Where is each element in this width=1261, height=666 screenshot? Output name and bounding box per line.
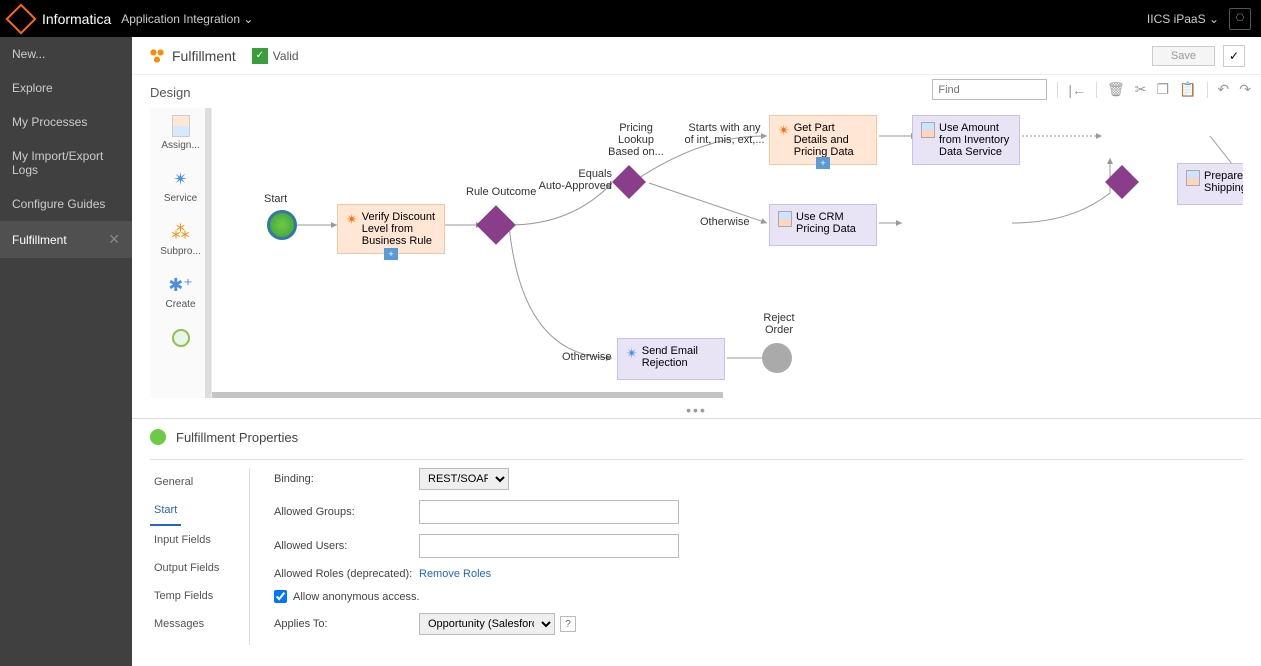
canvas-scrollbar[interactable] [212, 392, 723, 398]
datastore-icon [1186, 170, 1200, 186]
datastore-icon [778, 211, 792, 227]
reject-order-label: Reject Order [759, 312, 799, 336]
service-icon: ✴ [346, 211, 358, 228]
collapse-icon[interactable]: |← [1068, 82, 1086, 98]
expand-icon[interactable]: + [384, 248, 398, 260]
anonymous-access-label: Allow anonymous access. [293, 591, 420, 603]
panel-resize-handle[interactable]: ••• [132, 402, 1261, 418]
properties-title: Fulfillment Properties [150, 429, 1243, 445]
main-content: Fulfillment ✓ Valid Save ✓ Design |← 🗑 ✂… [132, 37, 1261, 666]
properties-form: Binding: REST/SOAP Allowed Groups: Allow… [250, 468, 1243, 645]
starts-with-label: Starts with any of int, mis, ext,... [682, 122, 767, 146]
allowed-groups-input[interactable] [419, 500, 679, 524]
verify-discount-node[interactable]: ✴ Verify Discount Level from Business Ru… [337, 204, 445, 254]
applies-to-label: Applies To: [274, 618, 419, 630]
start-dot-icon [150, 429, 166, 445]
rule-outcome-label: Rule Outcome [466, 186, 536, 198]
rule-outcome-decision[interactable] [476, 205, 516, 245]
use-crm-node[interactable]: Use CRM Pricing Data [769, 204, 877, 246]
tab-input-fields[interactable]: Input Fields [150, 526, 249, 554]
prepare-shipping-node[interactable]: Prepare Shipping [1177, 163, 1243, 205]
tab-output-fields[interactable]: Output Fields [150, 554, 249, 582]
remove-roles-link[interactable]: Remove Roles [419, 568, 491, 580]
palette-service[interactable]: ✴Service [150, 161, 211, 214]
sidebar-item-explore[interactable]: Explore [0, 71, 132, 105]
email-icon: ✴ [626, 345, 638, 362]
help-icon[interactable]: ? [560, 616, 576, 632]
process-header: Fulfillment ✓ Valid Save ✓ [132, 37, 1261, 75]
start-node[interactable] [267, 210, 297, 240]
process-icon [148, 47, 166, 65]
sidebar-item-my-processes[interactable]: My Processes [0, 105, 132, 139]
service-icon: ✴ [778, 122, 790, 139]
datastore-icon [921, 122, 935, 138]
validation-text: Valid [273, 49, 299, 63]
allowed-users-label: Allowed Users: [274, 540, 419, 552]
properties-panel: Fulfillment Properties General Start Inp… [132, 418, 1261, 666]
delete-icon[interactable]: 🗑 [1107, 81, 1125, 98]
sidebar-item-import-export[interactable]: My Import/Export Logs [0, 139, 132, 187]
cut-icon[interactable]: ✂ [1135, 81, 1147, 98]
tab-messages[interactable]: Messages [150, 610, 249, 638]
palette-subprocess[interactable]: ⁂Subpro... [150, 214, 211, 267]
reject-end-node[interactable] [762, 343, 792, 373]
design-toolbar: |← 🗑 ✂ ❐ 📋 ↶ ↷ [932, 79, 1251, 100]
informatica-logo-icon [5, 3, 36, 34]
canvas-wrap: Assign... ✴Service ⁂Subpro... ✱⁺Create [150, 108, 1243, 398]
process-canvas[interactable]: Start ✴ Verify Discount Level from Busin… [212, 108, 1243, 398]
save-button[interactable]: Save [1152, 46, 1215, 66]
find-input[interactable] [932, 79, 1047, 100]
left-sidebar: New... Explore My Processes My Import/Ex… [0, 37, 132, 666]
use-amount-node[interactable]: Use Amount from Inventory Data Service [912, 115, 1020, 165]
sidebar-item-configure-guides[interactable]: Configure Guides [0, 187, 132, 221]
copy-icon[interactable]: ❐ [1157, 81, 1170, 98]
check-icon: ✓ [252, 48, 268, 64]
equals-auto-label: Equals Auto-Approved [537, 168, 612, 192]
allowed-roles-label: Allowed Roles (deprecated): [274, 568, 419, 580]
app-switcher[interactable]: Application Integration [121, 12, 253, 26]
otherwise-label-2: Otherwise [562, 351, 612, 363]
palette-create[interactable]: ✱⁺Create [150, 267, 211, 320]
sidebar-item-new[interactable]: New... [0, 37, 132, 71]
close-tab-icon[interactable]: ✕ [108, 231, 120, 248]
brand-name: Informatica [42, 11, 111, 27]
applies-to-select[interactable]: Opportunity (Salesforce) [419, 613, 555, 635]
redo-icon[interactable]: ↷ [1239, 81, 1251, 98]
allowed-groups-label: Allowed Groups: [274, 506, 419, 518]
binding-label: Binding: [274, 473, 419, 485]
tab-temp-fields[interactable]: Temp Fields [150, 582, 249, 610]
top-bar: Informatica Application Integration IICS… [0, 0, 1261, 37]
design-area: Design |← 🗑 ✂ ❐ 📋 ↶ ↷ Assign... ✴Service [132, 75, 1261, 402]
node-palette: Assign... ✴Service ⁂Subpro... ✱⁺Create [150, 108, 212, 398]
sidebar-item-label: Fulfillment [12, 233, 67, 247]
otherwise-label: Otherwise [700, 216, 750, 228]
expand-icon[interactable]: + [816, 157, 830, 169]
properties-tabs: General Start Input Fields Output Fields… [150, 468, 250, 645]
auto-approved-decision[interactable] [612, 165, 646, 199]
tab-start[interactable]: Start [150, 496, 181, 526]
allowed-users-input[interactable] [419, 534, 679, 558]
merge-decision[interactable] [1105, 165, 1139, 199]
palette-scrollbar[interactable] [205, 108, 211, 398]
paste-icon[interactable]: 📋 [1179, 81, 1196, 98]
pricing-lookup-label: Pricing Lookup Based on... [606, 122, 666, 158]
validation-badge: ✓ Valid [252, 48, 299, 64]
environment-switcher[interactable]: IICS iPaaS [1147, 12, 1219, 26]
validate-button[interactable]: ✓ [1223, 45, 1245, 67]
start-label: Start [264, 193, 287, 205]
undo-icon[interactable]: ↶ [1218, 81, 1230, 98]
anonymous-access-checkbox[interactable] [274, 590, 287, 603]
palette-assign[interactable]: Assign... [150, 108, 211, 161]
binding-select[interactable]: REST/SOAP [419, 468, 509, 490]
palette-run[interactable] [150, 320, 211, 362]
send-email-rejection-node[interactable]: ✴ Send Email Rejection [617, 338, 725, 380]
process-title: Fulfillment [172, 48, 236, 64]
user-icon[interactable]: ⎔ [1229, 8, 1251, 30]
tab-general[interactable]: General [150, 468, 249, 496]
sidebar-item-fulfillment[interactable]: Fulfillment ✕ [0, 221, 132, 258]
